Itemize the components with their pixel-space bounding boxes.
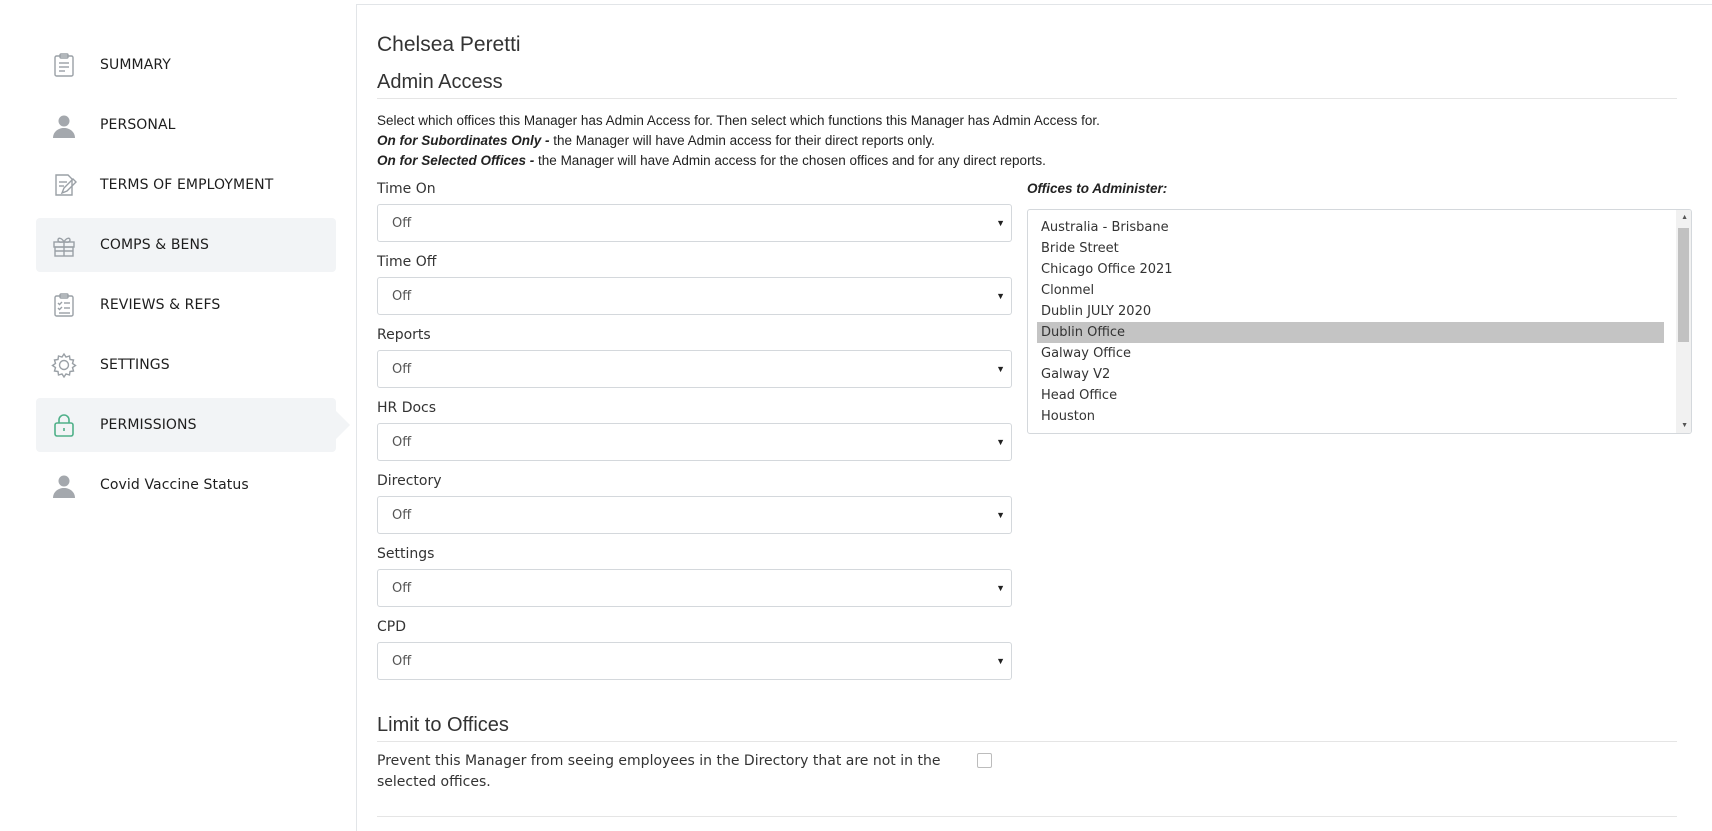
intro-line: Select which offices this Manager has Ad… <box>377 113 1100 128</box>
limit-to-offices-heading: Limit to Offices <box>377 714 509 736</box>
settings-select[interactable]: Off ▼ <box>377 569 1012 607</box>
office-option[interactable]: Bride Street <box>1037 238 1664 259</box>
limit-to-offices-checkbox[interactable] <box>977 753 992 768</box>
checklist-icon <box>50 291 78 319</box>
sidebar: SUMMARY PERSONAL TERMS OF EMPLOYMENT COM… <box>0 4 357 831</box>
sidebar-item-permissions[interactable]: PERMISSIONS <box>36 398 350 452</box>
sidebar-item-label: SETTINGS <box>100 357 170 373</box>
sidebar-item-terms-of-employment[interactable]: TERMS OF EMPLOYMENT <box>36 158 336 212</box>
caret-down-icon: ▼ <box>996 510 1005 520</box>
time-on-label: Time On <box>377 181 436 197</box>
directory-select[interactable]: Off ▼ <box>377 496 1012 534</box>
directory-label: Directory <box>377 473 442 489</box>
sidebar-item-label: SUMMARY <box>100 57 171 73</box>
sidebar-item-comps-bens[interactable]: COMPS & BENS <box>36 218 336 272</box>
section-divider <box>377 816 1677 817</box>
sidebar-item-label: Covid Vaccine Status <box>100 477 249 493</box>
office-option[interactable]: Houston <box>1037 406 1664 427</box>
sidebar-item-label: COMPS & BENS <box>100 237 210 253</box>
hr-docs-label: HR Docs <box>377 400 437 416</box>
select-value: Off <box>392 288 412 304</box>
intro-text: the Manager will have Admin access for t… <box>534 153 1046 168</box>
time-off-label: Time Off <box>377 254 437 270</box>
offices-scrollbar[interactable]: ▲ ▼ <box>1676 210 1691 433</box>
caret-down-icon: ▼ <box>996 218 1005 228</box>
sidebar-item-personal[interactable]: PERSONAL <box>36 98 336 152</box>
time-off-select[interactable]: Off ▼ <box>377 277 1012 315</box>
office-option[interactable]: Australia - Brisbane <box>1037 217 1664 238</box>
intro-line: On for Subordinates Only - the Manager w… <box>377 131 1100 151</box>
edit-document-icon <box>50 171 78 199</box>
scroll-up-icon[interactable]: ▲ <box>1681 214 1688 221</box>
time-on-select[interactable]: Off ▼ <box>377 204 1012 242</box>
intro-line: On for Selected Offices - the Manager wi… <box>377 151 1100 171</box>
section-divider <box>377 741 1677 742</box>
cpd-label: CPD <box>377 619 406 635</box>
scrollbar-thumb[interactable] <box>1678 228 1689 342</box>
caret-down-icon: ▼ <box>996 656 1005 666</box>
scroll-down-icon[interactable]: ▼ <box>1681 422 1688 429</box>
sidebar-item-label: PERSONAL <box>100 117 176 133</box>
caret-down-icon: ▼ <box>996 364 1005 374</box>
person-icon <box>50 471 78 499</box>
sidebar-item-summary[interactable]: SUMMARY <box>36 38 336 92</box>
settings-label: Settings <box>377 546 435 562</box>
sidebar-item-reviews-refs[interactable]: REVIEWS & REFS <box>36 278 336 332</box>
sidebar-item-label: PERMISSIONS <box>100 417 197 433</box>
select-value: Off <box>392 507 412 523</box>
select-value: Off <box>392 653 412 669</box>
select-value: Off <box>392 215 412 231</box>
office-option[interactable]: Clonmel <box>1037 280 1664 301</box>
sidebar-item-covid-vaccine-status[interactable]: Covid Vaccine Status <box>36 458 336 512</box>
office-option[interactable]: Chicago Office 2021 <box>1037 259 1664 280</box>
offices-multiselect[interactable]: Australia - Brisbane Bride Street Chicag… <box>1027 209 1692 434</box>
cpd-select[interactable]: Off ▼ <box>377 642 1012 680</box>
lock-icon <box>50 411 78 439</box>
intro-term: On for Selected Offices - <box>377 153 535 168</box>
select-value: Off <box>392 434 412 450</box>
offices-to-administer-label: Offices to Administer: <box>1027 181 1168 196</box>
admin-access-description: Select which offices this Manager has Ad… <box>377 111 1100 171</box>
sidebar-item-label: TERMS OF EMPLOYMENT <box>100 177 274 193</box>
office-option[interactable]: Galway V2 <box>1037 364 1664 385</box>
intro-term: On for Subordinates Only - <box>377 133 550 148</box>
select-value: Off <box>392 580 412 596</box>
reports-select[interactable]: Off ▼ <box>377 350 1012 388</box>
intro-text: the Manager will have Admin access for t… <box>549 133 935 148</box>
gift-icon <box>50 231 78 259</box>
reports-label: Reports <box>377 327 431 343</box>
admin-access-heading: Admin Access <box>377 71 503 93</box>
page-title: Chelsea Peretti <box>377 33 521 56</box>
person-icon <box>50 111 78 139</box>
hr-docs-select[interactable]: Off ▼ <box>377 423 1012 461</box>
summary-icon <box>50 51 78 79</box>
select-value: Off <box>392 361 412 377</box>
office-option[interactable]: Dublin JULY 2020 <box>1037 301 1664 322</box>
office-option[interactable]: Head Office <box>1037 385 1664 406</box>
limit-to-offices-description: Prevent this Manager from seeing employe… <box>377 753 941 790</box>
caret-down-icon: ▼ <box>996 583 1005 593</box>
section-divider <box>377 98 1677 99</box>
gear-icon <box>50 351 78 379</box>
caret-down-icon: ▼ <box>996 291 1005 301</box>
office-option-selected[interactable]: Dublin Office <box>1037 322 1664 343</box>
sidebar-item-settings[interactable]: SETTINGS <box>36 338 336 392</box>
caret-down-icon: ▼ <box>996 437 1005 447</box>
sidebar-item-label: REVIEWS & REFS <box>100 297 221 313</box>
office-option[interactable]: Galway Office <box>1037 343 1664 364</box>
